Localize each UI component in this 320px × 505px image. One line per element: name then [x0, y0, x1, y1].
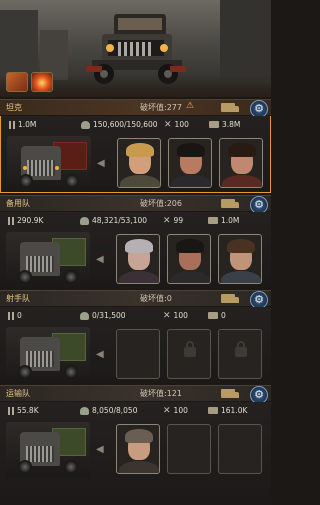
tools-value: 99: [173, 216, 184, 225]
load-value: 3.8M: [222, 120, 241, 129]
ammo-icon: [8, 216, 14, 225]
squad-stats: 55.8K 8,050/8,050 ✕ 100 161.0K: [0, 406, 271, 420]
squad-body: 55.8K 8,050/8,050 ✕ 100 161.0K ◀: [0, 402, 271, 505]
hero-slot[interactable]: [218, 234, 262, 284]
tools-value: 100: [173, 406, 188, 415]
hero-slot[interactable]: [116, 234, 160, 284]
ammo-icon: [8, 311, 14, 320]
ammo-icon: [9, 120, 15, 129]
truck-icon[interactable]: [221, 294, 239, 303]
health-icon: [81, 120, 90, 129]
tools-icon: ✕: [163, 310, 171, 321]
tools-icon: ✕: [163, 405, 171, 416]
health-value: 150,600/150,600: [93, 120, 158, 129]
chevron-left-icon: ◀: [96, 444, 104, 455]
book-icon[interactable]: [6, 72, 28, 92]
chevron-left-icon: ◀: [96, 254, 104, 265]
ammo-icon: [8, 406, 14, 415]
hero-banner: [0, 0, 271, 97]
load-icon: [208, 217, 218, 224]
tools-icon: ✕: [164, 119, 172, 130]
fire-icon[interactable]: [31, 72, 53, 92]
chevron-left-icon: ◀: [96, 349, 104, 360]
squad-vehicle[interactable]: [6, 422, 90, 478]
squad-header: 备用队 破坏值:206 ⚙: [0, 195, 271, 214]
hero-slot[interactable]: [168, 138, 212, 188]
damage-value: 破坏值:277: [140, 103, 182, 112]
hero-slot[interactable]: [117, 138, 161, 188]
squad-stats: 1.0M 150,600/150,600 ✕ 100 3.8M: [1, 120, 272, 134]
squad-header: 射手队 破坏值:0 ⚙: [0, 290, 271, 309]
chevron-left-icon: ◀: [97, 158, 105, 169]
tools-value: 100: [173, 311, 188, 320]
squad-body: 0 0/31,500 ✕ 100 0 ◀: [0, 307, 271, 383]
hero-slot-empty[interactable]: [116, 329, 160, 379]
squad-header: 运输队 破坏值:121 ⚙: [0, 385, 271, 404]
truck-icon[interactable]: [221, 103, 239, 112]
squad-body: 1.0M 150,600/150,600 ✕ 100 3.8M ◀: [0, 116, 271, 193]
squad-vehicle[interactable]: [6, 232, 90, 288]
squad-name: 备用队: [6, 199, 30, 208]
squad-vehicle[interactable]: [6, 327, 90, 383]
ammo-value: 0: [17, 311, 22, 320]
squad-body: 290.9K 48,321/53,100 ✕ 99 1.0M ◀: [0, 212, 271, 288]
health-value: 8,050/8,050: [92, 406, 138, 415]
squad-name: 运输队: [6, 389, 30, 398]
tools-icon: ✕: [163, 215, 171, 226]
health-icon: [80, 311, 89, 320]
hero-slot-locked[interactable]: [218, 329, 262, 379]
truck-icon[interactable]: [221, 389, 239, 398]
squad-stats: 290.9K 48,321/53,100 ✕ 99 1.0M: [0, 216, 271, 230]
hero-slot-empty[interactable]: [218, 424, 262, 474]
health-icon: [80, 406, 89, 415]
hero-slot[interactable]: [219, 138, 263, 188]
hero-slot[interactable]: [167, 234, 211, 284]
squad-name: 射手队: [6, 294, 30, 303]
squad-name: 坦克: [6, 103, 22, 112]
squad-vehicle[interactable]: [7, 136, 91, 192]
squad-stats: 0 0/31,500 ✕ 100 0: [0, 311, 271, 325]
health-value: 48,321/53,100: [92, 216, 148, 225]
ammo-value: 1.0M: [18, 120, 37, 129]
load-icon: [209, 121, 219, 128]
load-value: 161.0K: [221, 406, 248, 415]
health-value: 0/31,500: [92, 311, 126, 320]
damage-value: 破坏值:206: [140, 199, 182, 208]
lock-icon: [235, 341, 247, 357]
ammo-value: 290.9K: [17, 216, 44, 225]
hero-slot-empty[interactable]: [167, 424, 211, 474]
tools-value: 100: [174, 120, 189, 129]
truck-icon[interactable]: [221, 199, 239, 208]
load-icon: [208, 407, 218, 414]
hero-slot[interactable]: [116, 424, 160, 474]
lock-icon: [184, 341, 196, 357]
load-value: 1.0M: [221, 216, 240, 225]
squad-header: 坦克 破坏值:277 ⚠ ⚙: [0, 99, 271, 118]
warning-icon[interactable]: ⚠: [186, 101, 194, 111]
ammo-value: 55.8K: [17, 406, 39, 415]
load-icon: [208, 312, 218, 319]
damage-value: 破坏值:0: [140, 294, 172, 303]
health-icon: [80, 216, 89, 225]
damage-value: 破坏值:121: [140, 389, 182, 398]
load-value: 0: [221, 311, 226, 320]
hero-slot-locked[interactable]: [167, 329, 211, 379]
